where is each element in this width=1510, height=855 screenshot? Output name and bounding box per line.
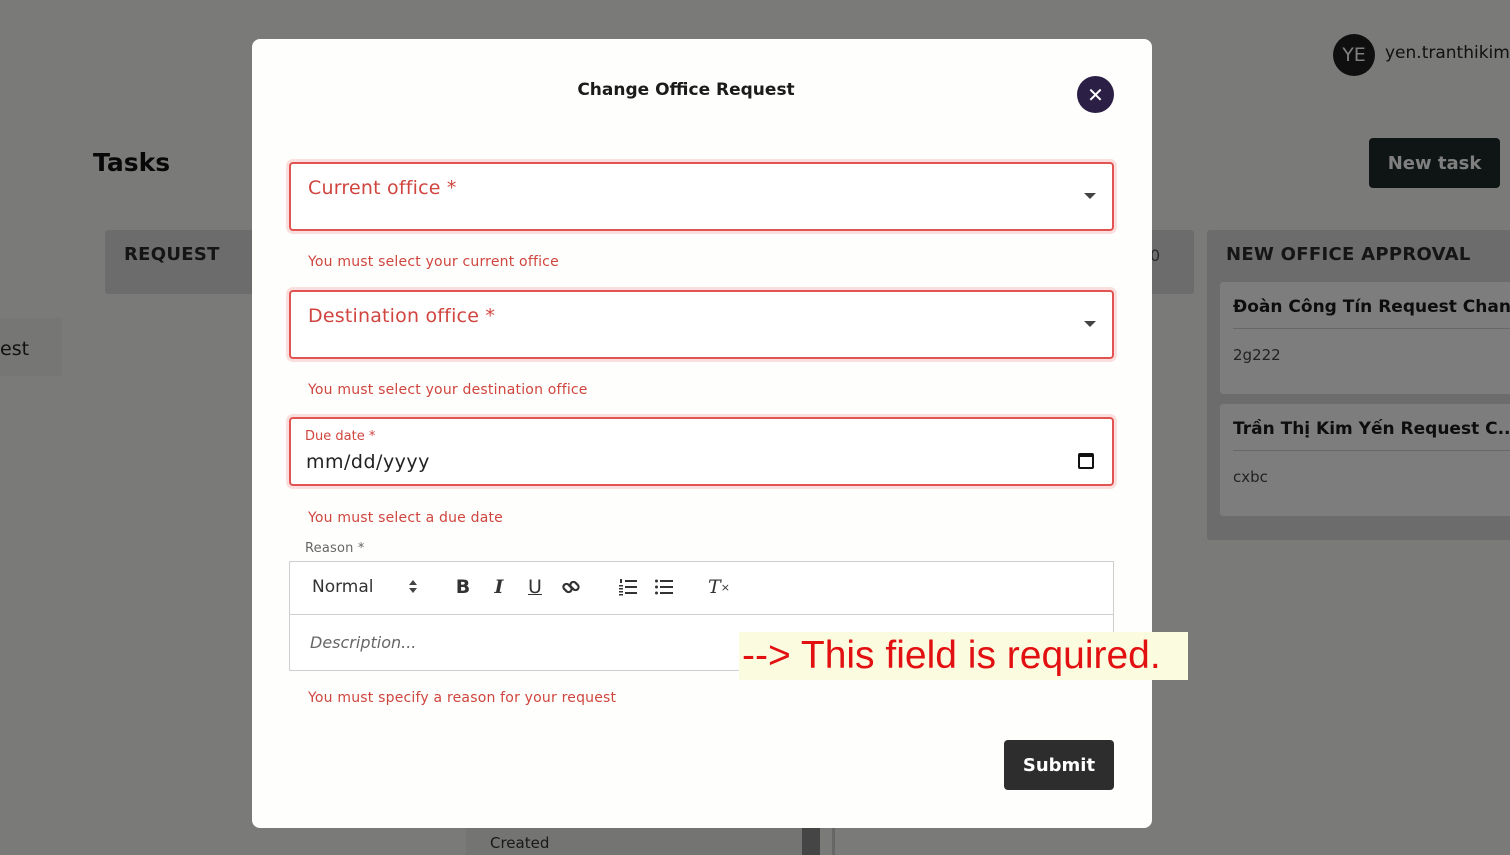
destination-office-label: Destination office * (308, 305, 496, 327)
chevron-down-icon (1084, 193, 1096, 199)
calendar-icon[interactable] (1078, 453, 1094, 469)
current-office-label: Current office * (308, 177, 457, 199)
due-date-value: mm/dd/yyyy (306, 451, 430, 473)
change-office-modal: Change Office Request ✕ Current office *… (252, 39, 1152, 828)
reason-textarea[interactable]: Description... (310, 633, 416, 652)
italic-button[interactable]: I (487, 574, 511, 600)
clear-format-button[interactable]: T × (707, 574, 731, 600)
destination-office-error: You must select your destination office (308, 382, 588, 398)
modal-title: Change Office Request (577, 80, 795, 100)
underline-button[interactable]: U (523, 574, 547, 600)
current-office-error: You must select your current office (308, 254, 559, 270)
close-button[interactable]: ✕ (1077, 76, 1114, 113)
current-office-select[interactable]: Current office * (289, 162, 1114, 231)
due-date-label: Due date * (305, 429, 376, 444)
due-date-input[interactable]: Due date * mm/dd/yyyy (289, 417, 1114, 486)
due-date-error: You must select a due date (308, 510, 503, 526)
destination-office-select[interactable]: Destination office * (289, 290, 1114, 359)
ordered-list-icon[interactable] (616, 574, 640, 600)
editor-toolbar: Normal B I U T × (290, 562, 1113, 615)
reason-error: You must specify a reason for your reque… (308, 690, 617, 706)
format-select[interactable]: Normal (312, 577, 374, 597)
bullet-list-icon[interactable] (652, 574, 676, 600)
close-icon: ✕ (1087, 82, 1104, 107)
bold-button[interactable]: B (451, 574, 475, 600)
link-icon[interactable] (559, 574, 583, 600)
submit-button[interactable]: Submit (1004, 740, 1114, 790)
required-field-annotation: --> This field is required. (739, 632, 1188, 680)
chevron-down-icon (1084, 321, 1096, 327)
clear-format-label: T (708, 576, 721, 598)
select-arrows-icon[interactable] (408, 578, 418, 596)
reason-label: Reason * (305, 541, 365, 556)
